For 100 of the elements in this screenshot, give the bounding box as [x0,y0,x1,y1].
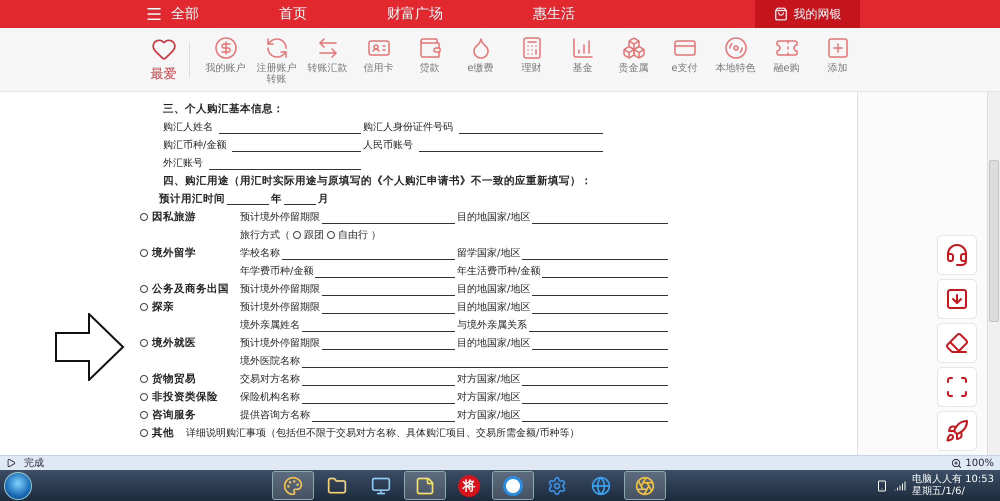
zoom-level[interactable]: 100% [965,458,994,468]
field-label: 境外医院名称 [240,354,300,368]
shortcut-link[interactable]: 贵金属 [608,28,659,74]
shortcut-link[interactable]: 融e购 [761,28,812,74]
field-label: 保险机构名称 [240,390,300,404]
field-label: 学校名称 [240,246,280,260]
bracket-text: ） [371,228,381,242]
refresh-coin-icon [264,36,288,60]
menu-button[interactable]: 全部 [145,0,199,28]
boxes-icon [622,36,646,60]
taskbar-app[interactable] [404,471,446,500]
shortcut-link[interactable]: 本地特色 [710,28,761,74]
zoom-icon [951,458,962,468]
radio-button[interactable] [140,411,148,419]
field-label: 人民币账号 [363,138,413,152]
purpose-label: 因私旅游 [152,210,196,224]
taskbar-app[interactable] [624,471,666,500]
field-label: 月 [318,192,329,206]
radio-button[interactable] [140,393,148,401]
taskbar-app[interactable] [272,471,314,500]
field-label: 对方国家/地区 [457,408,520,422]
field-label: 预计境外停留期限 [240,336,320,350]
taskbar-app[interactable]: 将 [448,471,490,500]
folder-icon [327,476,347,496]
field-label: 外汇账号 [163,156,203,170]
globe-icon [591,476,611,496]
field-label: 年 [271,192,282,206]
shortcut-link[interactable]: e支付 [659,28,710,74]
shortcut-link[interactable]: 转账汇款 [302,28,353,74]
note-text: 详细说明购汇事项（包括但不限于交易对方名称、具体购汇项目、交易所需金额/币种等） [186,426,580,440]
reel-icon [724,36,748,60]
purpose-label: 境外留学 [152,246,196,260]
coin-icon [214,36,238,60]
device-icon [876,480,888,492]
radio-button[interactable] [140,213,148,221]
scan-icon [945,375,969,399]
bar-chart-icon [570,36,594,60]
start-button[interactable] [4,472,32,500]
support-button[interactable] [937,235,977,275]
eraser-icon [945,331,969,355]
field-label: 购汇币种/金额 [163,138,226,152]
field-label: 预计境外停留期限 [240,282,320,296]
purpose-label: 其他 [152,426,174,440]
wallet-icon [418,36,442,60]
shortcut-link[interactable]: 注册账户转账 [251,28,302,85]
section-heading: 三、个人购汇基本信息： [163,102,284,116]
field-label: 年学费币种/金额 [240,264,314,278]
field-label: 目的地国家/地区 [457,282,530,296]
field-label: 目的地国家/地区 [457,210,530,224]
settings-icon [547,476,567,496]
right-arrow-drawing [55,313,125,381]
radio-button[interactable] [140,285,148,293]
nav-link[interactable]: 财富广场 [387,0,443,28]
option-label: 自由行 [338,228,368,242]
radio-button[interactable] [293,231,301,239]
taskbar-app[interactable] [492,471,534,500]
radio-button[interactable] [140,375,148,383]
clock[interactable]: 电脑人人有 10:53 星期五/1/6/ [912,474,994,498]
field-label: 留学国家/地区 [457,246,520,260]
field-label: 与境外亲属关系 [457,318,527,332]
status-text: 完成 [24,456,44,470]
radio-button[interactable] [140,249,148,257]
field-label: 购汇人身份证件号码 [363,120,453,134]
shortcut-link[interactable]: 基金 [557,28,608,74]
shortcut-link[interactable]: 我的账户 [200,28,251,74]
purpose-label: 非投资类保险 [152,390,218,404]
purpose-label: 探亲 [152,300,174,314]
play-icon [6,458,16,468]
radio-button[interactable] [140,339,148,347]
nav-link[interactable]: 首页 [279,0,307,28]
account-button[interactable]: 我的网银 [755,0,860,28]
field-label: 预计境外停留期限 [240,300,320,314]
radio-button[interactable] [140,303,148,311]
shortcut-link[interactable]: e缴费 [455,28,506,74]
radio-button[interactable] [140,429,148,437]
scan-button[interactable] [937,367,977,407]
shortcut-link[interactable]: 理财 [506,28,557,74]
radio-button[interactable] [327,231,335,239]
rocket-button[interactable] [937,411,977,451]
field-label: 目的地国家/地区 [457,336,530,350]
purpose-label: 货物贸易 [152,372,196,386]
eraser-button[interactable] [937,323,977,363]
download-icon [945,287,969,311]
shortcut-link[interactable]: 贷款 [404,28,455,74]
field-label: 预计用汇时间 [159,192,225,206]
shortcut-link[interactable]: 信用卡 [353,28,404,74]
download-button[interactable] [937,279,977,319]
note-icon [415,476,435,496]
scrollbar-thumb[interactable] [989,160,999,322]
shortcut-link[interactable]: 添加 [812,28,863,74]
nav-link[interactable]: 惠生活 [533,0,575,28]
purpose-label: 境外就医 [152,336,196,350]
monitor-icon [371,476,391,496]
field-label: 对方国家/地区 [457,372,520,386]
field-label: 年生活费币种/金额 [457,264,540,278]
option-label: 跟团 [304,228,324,242]
favorites-link[interactable]: 最爱 [138,28,189,83]
aperture-icon [635,476,655,496]
field-label: 预计境外停留期限 [240,210,320,224]
palette-icon [283,476,303,496]
